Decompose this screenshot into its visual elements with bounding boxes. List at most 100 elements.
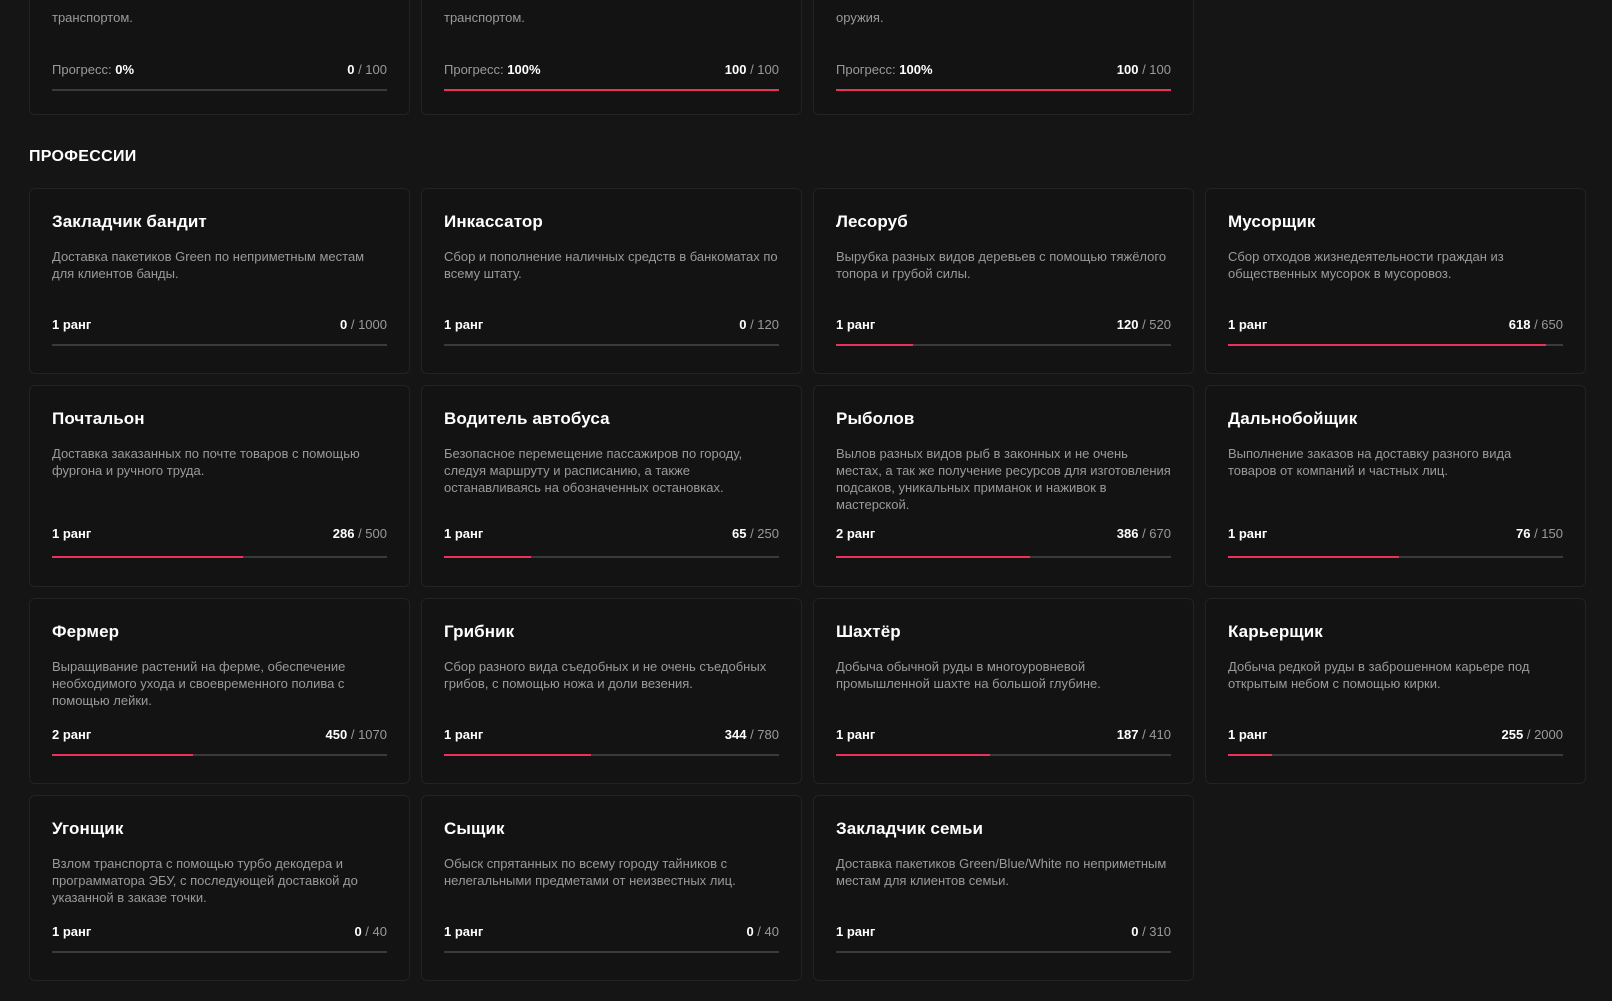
profession-desc: Выращивание растений на ферме, обеспечен…	[52, 659, 346, 708]
profession-meta: 1 ранг 0 / 1000	[52, 317, 387, 332]
profession-desc: Взлом транспорта с помощью турбо декодер…	[52, 856, 358, 905]
profession-meta: 1 ранг 76 / 150	[1228, 526, 1563, 541]
profession-title: Почтальон	[52, 409, 145, 428]
progress-count: 100 / 100	[724, 62, 779, 77]
progress-count: 286 / 500	[332, 526, 387, 541]
profession-card[interactable]: Сыщик Обыск спрятанных по всему городу т…	[421, 795, 802, 981]
jobs-page: транспортом. Прогресс: 0% 0 / 100 трансп…	[0, 0, 1612, 1001]
profession-card[interactable]: Фермер Выращивание растений на ферме, об…	[29, 598, 410, 784]
progress-count: 0 / 100	[347, 62, 387, 77]
rank-label: 2 ранг	[52, 727, 92, 742]
progress-bar	[836, 754, 1171, 756]
profession-card[interactable]: Дальнобойщик Выполнение заказов на доста…	[1205, 385, 1586, 587]
progress-bar	[836, 89, 1171, 91]
profession-title: Сыщик	[444, 819, 505, 838]
profession-card[interactable]: Грибник Сбор разного вида съедобных и не…	[421, 598, 802, 784]
profession-desc: Доставка пакетиков Green по неприметным …	[52, 249, 365, 281]
profession-desc: Обыск спрятанных по всему городу тайнико…	[444, 856, 736, 888]
achievements-grid: транспортом. Прогресс: 0% 0 / 100 трансп…	[29, 0, 1586, 115]
achievement-desc: транспортом.	[444, 10, 525, 25]
profession-meta: 1 ранг 65 / 250	[444, 526, 779, 541]
rank-label: 1 ранг	[444, 727, 484, 742]
progress-label: Прогресс: 100%	[444, 62, 541, 77]
profession-desc: Доставка пакетиков Green/Blue/White по н…	[836, 856, 1167, 888]
profession-desc: Выполнение заказов на доставку разного в…	[1228, 446, 1512, 478]
profession-card[interactable]: Закладчик бандит Доставка пакетиков Gree…	[29, 188, 410, 374]
profession-card[interactable]: Шахтёр Добыча обычной руды в многоуровне…	[813, 598, 1194, 784]
progress-bar	[1228, 556, 1563, 558]
progress-count: 0 / 120	[739, 317, 779, 332]
profession-card[interactable]: Угонщик Взлом транспорта с помощью турбо…	[29, 795, 410, 981]
profession-title: Дальнобойщик	[1228, 409, 1358, 428]
progress-count: 0 / 40	[746, 924, 779, 939]
profession-card[interactable]: Закладчик семьи Доставка пакетиков Green…	[813, 795, 1194, 981]
progress-count: 0 / 1000	[340, 317, 387, 332]
progress-bar	[52, 344, 387, 346]
profession-card[interactable]: Мусорщик Сбор отходов жизнедеятельности …	[1205, 188, 1586, 374]
profession-title: Водитель автобуса	[444, 409, 610, 428]
profession-title: Карьерщик	[1228, 622, 1323, 641]
progress-label: Прогресс: 0%	[52, 62, 135, 77]
progress-bar	[444, 754, 779, 756]
progress-bar	[444, 344, 779, 346]
professions-grid: Закладчик бандит Доставка пакетиков Gree…	[29, 188, 1586, 981]
rank-label: 1 ранг	[52, 526, 92, 541]
profession-card[interactable]: Водитель автобуса Безопасное перемещение…	[421, 385, 802, 587]
profession-title: Закладчик семьи	[836, 819, 984, 838]
achievement-card[interactable]: транспортом. Прогресс: 0% 0 / 100	[29, 0, 410, 115]
progress-bar	[836, 951, 1171, 953]
profession-meta: 1 ранг 0 / 120	[444, 317, 779, 332]
profession-title: Грибник	[444, 622, 515, 641]
achievement-card[interactable]: транспортом. Прогресс: 100% 100 / 100	[421, 0, 802, 115]
rank-label: 1 ранг	[1228, 727, 1268, 742]
profession-meta: 1 ранг 187 / 410	[836, 727, 1171, 742]
progress-count: 76 / 150	[1515, 526, 1563, 541]
profession-desc: Добыча редкой руды в заброшенном карьере…	[1228, 659, 1530, 691]
rank-label: 1 ранг	[1228, 317, 1268, 332]
profession-meta: 1 ранг 618 / 650	[1228, 317, 1563, 332]
rank-label: 1 ранг	[1228, 526, 1268, 541]
achievement-meta: Прогресс: 100% 100 / 100	[444, 62, 779, 77]
rank-label: 1 ранг	[836, 727, 876, 742]
progress-count: 187 / 410	[1116, 727, 1171, 742]
rank-label: 1 ранг	[444, 526, 484, 541]
progress-bar	[52, 89, 387, 91]
profession-title: Угонщик	[52, 819, 124, 838]
progress-count: 100 / 100	[1116, 62, 1171, 77]
rank-label: 2 ранг	[836, 526, 876, 541]
progress-count: 0 / 40	[354, 924, 387, 939]
rank-label: 1 ранг	[836, 924, 876, 939]
progress-bar	[444, 89, 779, 91]
profession-card[interactable]: Почтальон Доставка заказанных по почте т…	[29, 385, 410, 587]
profession-desc: Сбор и пополнение наличных средств в бан…	[444, 249, 778, 281]
profession-card[interactable]: Карьерщик Добыча редкой руды в заброшенн…	[1205, 598, 1586, 784]
profession-desc: Доставка заказанных по почте товаров с п…	[52, 446, 360, 478]
rank-label: 1 ранг	[836, 317, 876, 332]
progress-count: 120 / 520	[1116, 317, 1171, 332]
profession-title: Закладчик бандит	[52, 212, 207, 231]
achievement-desc: оружия.	[836, 10, 884, 25]
profession-desc: Безопасное перемещение пассажиров по гор…	[444, 446, 743, 495]
achievement-meta: Прогресс: 0% 0 / 100	[52, 62, 387, 77]
profession-meta: 1 ранг 344 / 780	[444, 727, 779, 742]
progress-bar	[1228, 344, 1563, 346]
profession-card[interactable]: Инкассатор Сбор и пополнение наличных ср…	[421, 188, 802, 374]
profession-meta: 2 ранг 386 / 670	[836, 526, 1171, 541]
profession-card[interactable]: Рыболов Вылов разных видов рыб в законны…	[813, 385, 1194, 587]
progress-count: 386 / 670	[1116, 526, 1171, 541]
profession-meta: 1 ранг 120 / 520	[836, 317, 1171, 332]
progress-bar	[444, 951, 779, 953]
progress-bar	[52, 951, 387, 953]
rank-label: 1 ранг	[444, 924, 484, 939]
progress-bar	[1228, 754, 1563, 756]
profession-title: Лесоруб	[836, 212, 908, 231]
achievement-card[interactable]: оружия. Прогресс: 100% 100 / 100	[813, 0, 1194, 115]
rank-label: 1 ранг	[444, 317, 484, 332]
profession-title: Мусорщик	[1228, 212, 1316, 231]
progress-bar	[836, 556, 1171, 558]
progress-bar	[52, 556, 387, 558]
profession-desc: Вырубка разных видов деревьев с помощью …	[836, 249, 1167, 281]
profession-meta: 2 ранг 450 / 1070	[52, 727, 387, 742]
profession-card[interactable]: Лесоруб Вырубка разных видов деревьев с …	[813, 188, 1194, 374]
profession-title: Фермер	[52, 622, 120, 641]
